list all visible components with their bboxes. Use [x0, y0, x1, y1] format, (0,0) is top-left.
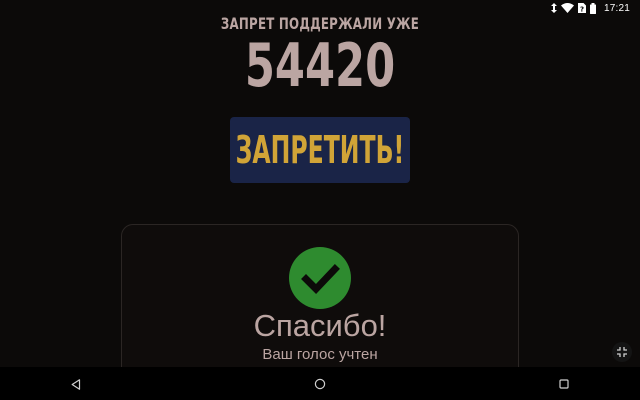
svg-text:?: ? — [580, 6, 584, 14]
app-screen: ? 17:21 ЗАПРЕТ ПОДДЕРЖАЛИ УЖЕ 54420 ЗАПР… — [0, 0, 640, 400]
back-icon — [71, 378, 81, 390]
recents-button[interactable] — [554, 374, 574, 394]
status-clock: 17:21 — [603, 2, 630, 14]
thanks-title: Спасибо! — [253, 308, 387, 343]
sim-icon: ? — [577, 3, 586, 14]
wifi-icon — [560, 3, 574, 13]
fullscreen-toggle-button[interactable] — [612, 342, 632, 362]
counter-value: 54420 — [244, 31, 396, 101]
thanks-subtitle: Ваш голос учтен — [262, 346, 378, 363]
navigation-bar — [0, 367, 640, 400]
back-button[interactable] — [66, 374, 86, 394]
data-arrows-icon — [550, 3, 557, 13]
home-button[interactable] — [310, 374, 330, 394]
ban-button[interactable]: ЗАПРЕТИТЬ! — [230, 117, 410, 183]
home-icon — [314, 378, 326, 390]
ban-button-label: ЗАПРЕТИТЬ! — [235, 128, 405, 172]
recents-icon — [559, 379, 569, 389]
checkmark-icon — [289, 247, 351, 309]
exit-fullscreen-icon — [617, 347, 627, 357]
battery-icon — [589, 2, 596, 14]
